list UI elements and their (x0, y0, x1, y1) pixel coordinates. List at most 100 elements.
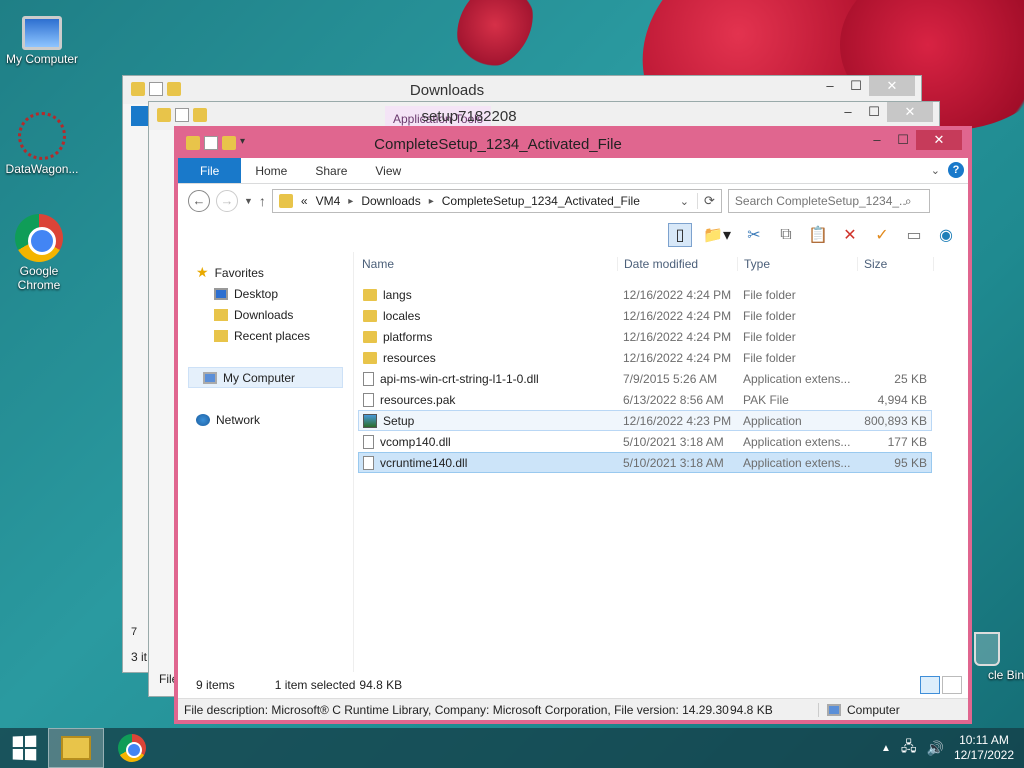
address-segment[interactable]: VM4 (316, 194, 341, 208)
location-label: Computer (847, 702, 900, 717)
file-type: Application extens... (743, 455, 851, 470)
back-button[interactable]: ← (188, 190, 210, 212)
search-icon[interactable]: ⌕ (905, 194, 912, 209)
clock[interactable]: 10:11 AM 12/17/2022 (954, 733, 1014, 763)
file-row[interactable]: Setup 12/16/2022 4:23 PM Application 800,89… (358, 410, 932, 431)
chevron-down-icon[interactable]: ⌄ (680, 195, 689, 208)
network-icon (196, 413, 210, 426)
delete-icon[interactable]: ✕ (838, 223, 862, 247)
help-icon[interactable]: ? (948, 162, 964, 178)
column-header-size[interactable]: Size (858, 257, 934, 271)
taskbar-file-explorer[interactable] (48, 728, 104, 768)
custom-toolbar: ▯ 📁▾ ✂ ⧉ 📋 ✕ ✓ ▭ ◉ (178, 218, 968, 252)
file-type: Application extens... (743, 434, 851, 449)
dll-file-icon (363, 371, 374, 386)
file-list: Name Date modified Type Size langs 12/16/… (354, 252, 968, 672)
desktop-icon-datawagon[interactable]: DataWagon... (0, 112, 84, 176)
nav-desktop[interactable]: Desktop (178, 283, 353, 304)
file-name-cell: resources.pak (359, 392, 617, 407)
desktop-icon-label: DataWagon... (5, 162, 79, 176)
file-date: 12/16/2022 4:23 PM (623, 413, 732, 428)
tab-file[interactable]: File (178, 158, 242, 183)
column-header-date[interactable]: Date modified (618, 257, 738, 271)
file-row[interactable]: vcomp140.dll 5/10/2021 3:18 AM Application… (358, 431, 932, 452)
file-row[interactable]: vcruntime140.dll 5/10/2021 3:18 AM Applica… (358, 452, 932, 473)
address-overflow[interactable]: « (301, 194, 308, 208)
close-button[interactable]: ✕ (916, 130, 962, 150)
desktop: My Computer DataWagon... Google Chrome c… (0, 0, 1024, 728)
recent-locations-icon[interactable]: ▼ (244, 196, 253, 206)
search-box[interactable]: ⌕ (727, 189, 930, 213)
taskbar-chrome[interactable] (104, 728, 160, 768)
rename-icon[interactable]: ✓ (870, 223, 894, 247)
tab-view[interactable]: View (361, 158, 415, 183)
paste-icon[interactable]: 📋 (806, 223, 830, 247)
desktop-icon-my-computer[interactable]: My Computer (0, 8, 84, 66)
network-tray-icon[interactable]: 🖧 (901, 736, 917, 760)
file-row[interactable]: resources 12/16/2022 4:24 PM File folder (358, 347, 932, 368)
title-bar[interactable]: ▾ CompleteSetup_1234_Activated_File – ☐ … (178, 130, 968, 158)
chevron-right-icon[interactable]: ▸ (429, 196, 434, 207)
details-view-button[interactable] (920, 676, 940, 694)
chrome-icon (15, 214, 63, 262)
maximize-button[interactable]: ☐ (843, 76, 869, 96)
close-button[interactable]: ✕ (869, 76, 915, 96)
file-size: 800,893 KB (864, 413, 927, 428)
downloads-folder-icon (214, 308, 228, 321)
nav-favorites[interactable]: ★ Favorites (178, 262, 353, 283)
copy-icon[interactable]: ⧉ (774, 223, 798, 247)
search-input[interactable] (734, 194, 905, 208)
file-name-cell: api-ms-win-crt-string-l1-1-0.dll (359, 371, 617, 386)
minimize-button[interactable]: – (835, 102, 861, 122)
chevron-right-icon[interactable]: ▸ (348, 196, 353, 207)
file-type: Application extens... (743, 371, 851, 386)
column-header-name[interactable]: Name (358, 257, 618, 271)
network-globe-icon[interactable]: ◉ (934, 223, 958, 247)
location-zone: Computer (818, 702, 900, 717)
maximize-button[interactable]: ☐ (890, 130, 916, 150)
large-icons-view-button[interactable] (942, 676, 962, 694)
preview-pane-button[interactable]: ▯ (668, 223, 692, 247)
file-name: api-ms-win-crt-string-l1-1-0.dll (380, 371, 539, 386)
minimize-button[interactable]: – (817, 76, 843, 96)
desktop-icon-chrome[interactable]: Google Chrome (0, 214, 78, 292)
properties-icon[interactable]: ▭ (902, 223, 926, 247)
maximize-button[interactable]: ☐ (861, 102, 887, 122)
tab-home[interactable]: Home (241, 158, 301, 183)
selection-count: 1 item selected (274, 678, 356, 692)
column-header-type[interactable]: Type (738, 257, 858, 271)
navigation-pane: ★ Favorites Desktop Downloads Recent pla… (178, 252, 354, 672)
tab-share[interactable]: Share (301, 158, 361, 183)
window-complete-setup[interactable]: ▾ CompleteSetup_1234_Activated_File – ☐ … (174, 126, 972, 724)
file-size: 4,994 KB (877, 392, 927, 407)
up-button[interactable]: ↑ (259, 193, 266, 209)
start-button[interactable] (0, 728, 48, 768)
show-hidden-icons[interactable]: ▲ (881, 743, 891, 754)
file-row[interactable]: platforms 12/16/2022 4:24 PM File folder (358, 326, 932, 347)
close-button[interactable]: ✕ (887, 102, 933, 122)
refresh-icon[interactable]: ⟳ (697, 193, 715, 209)
file-row[interactable]: locales 12/16/2022 4:24 PM File folder (358, 305, 932, 326)
file-row[interactable]: api-ms-win-crt-string-l1-1-0.dll 7/9/2015… (358, 368, 932, 389)
volume-icon[interactable]: 🔊 (927, 740, 944, 757)
file-row[interactable]: langs 12/16/2022 4:24 PM File folder (358, 284, 932, 305)
nav-my-computer[interactable]: My Computer (188, 367, 343, 388)
file-name: Setup (383, 413, 415, 428)
forward-button[interactable]: → (216, 190, 238, 212)
change-view-button[interactable]: 📁▾ (700, 223, 734, 247)
minimize-button[interactable]: – (864, 130, 890, 150)
nav-downloads[interactable]: Downloads (178, 304, 353, 325)
expand-ribbon-icon[interactable]: ⌄ (931, 164, 940, 177)
nav-recent-places[interactable]: Recent places (178, 325, 353, 346)
address-bar[interactable]: « VM4 ▸ Downloads ▸ CompleteSetup_1234_A… (271, 189, 722, 213)
windows-logo-icon (12, 735, 37, 761)
recent-places-icon (214, 329, 228, 342)
address-segment[interactable]: Downloads (361, 194, 420, 208)
computer-icon (827, 703, 841, 716)
file-row[interactable]: resources.pak 6/13/2022 8:56 AM PAK File 4,… (358, 389, 932, 410)
cut-icon[interactable]: ✂ (742, 223, 766, 247)
nav-network[interactable]: Network (178, 409, 353, 430)
address-segment[interactable]: CompleteSetup_1234_Activated_File (442, 194, 640, 208)
dll-file-icon (363, 455, 374, 470)
title-bar[interactable]: Downloads – ☐ ✕ (123, 76, 921, 104)
